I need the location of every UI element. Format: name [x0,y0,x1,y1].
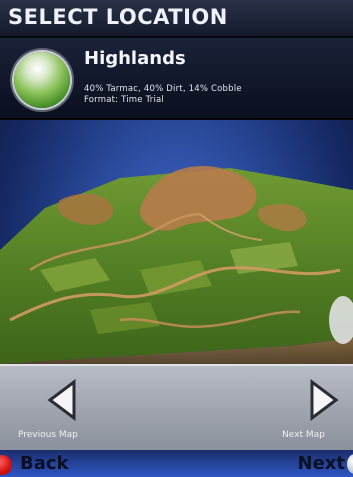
screen-title: SELECT LOCATION [8,5,228,29]
back-button-icon [0,455,12,475]
triangle-right-icon [310,379,339,421]
next-button[interactable]: Next [263,450,353,477]
title-bar: SELECT LOCATION [0,0,353,38]
triangle-left-icon [47,379,76,421]
location-surfaces: 40% Tarmac, 40% Dirt, 14% Cobble [84,84,242,94]
terrain-map-preview [0,165,353,364]
back-button-label: Back [20,453,69,474]
next-map-button[interactable] [302,378,342,422]
previous-map-button[interactable] [44,378,84,422]
location-format: Format: Time Trial [84,95,164,105]
map-navigation-bar: Previous Map Next Map [0,364,353,452]
bottom-action-bar: Back Next [0,450,353,477]
next-button-icon [347,454,353,474]
previous-map-label[interactable]: Previous Map [18,430,78,440]
location-badge-icon [14,52,70,108]
location-name: Highlands [84,48,186,69]
next-map-label[interactable]: Next Map [282,430,325,440]
next-button-label: Next [297,453,346,474]
location-info-panel: Highlands 40% Tarmac, 40% Dirt, 14% Cobb… [0,38,353,120]
back-button[interactable]: Back [0,450,110,477]
game-screen: SELECT LOCATION Highlands 40% Tarmac, 40… [0,0,353,477]
